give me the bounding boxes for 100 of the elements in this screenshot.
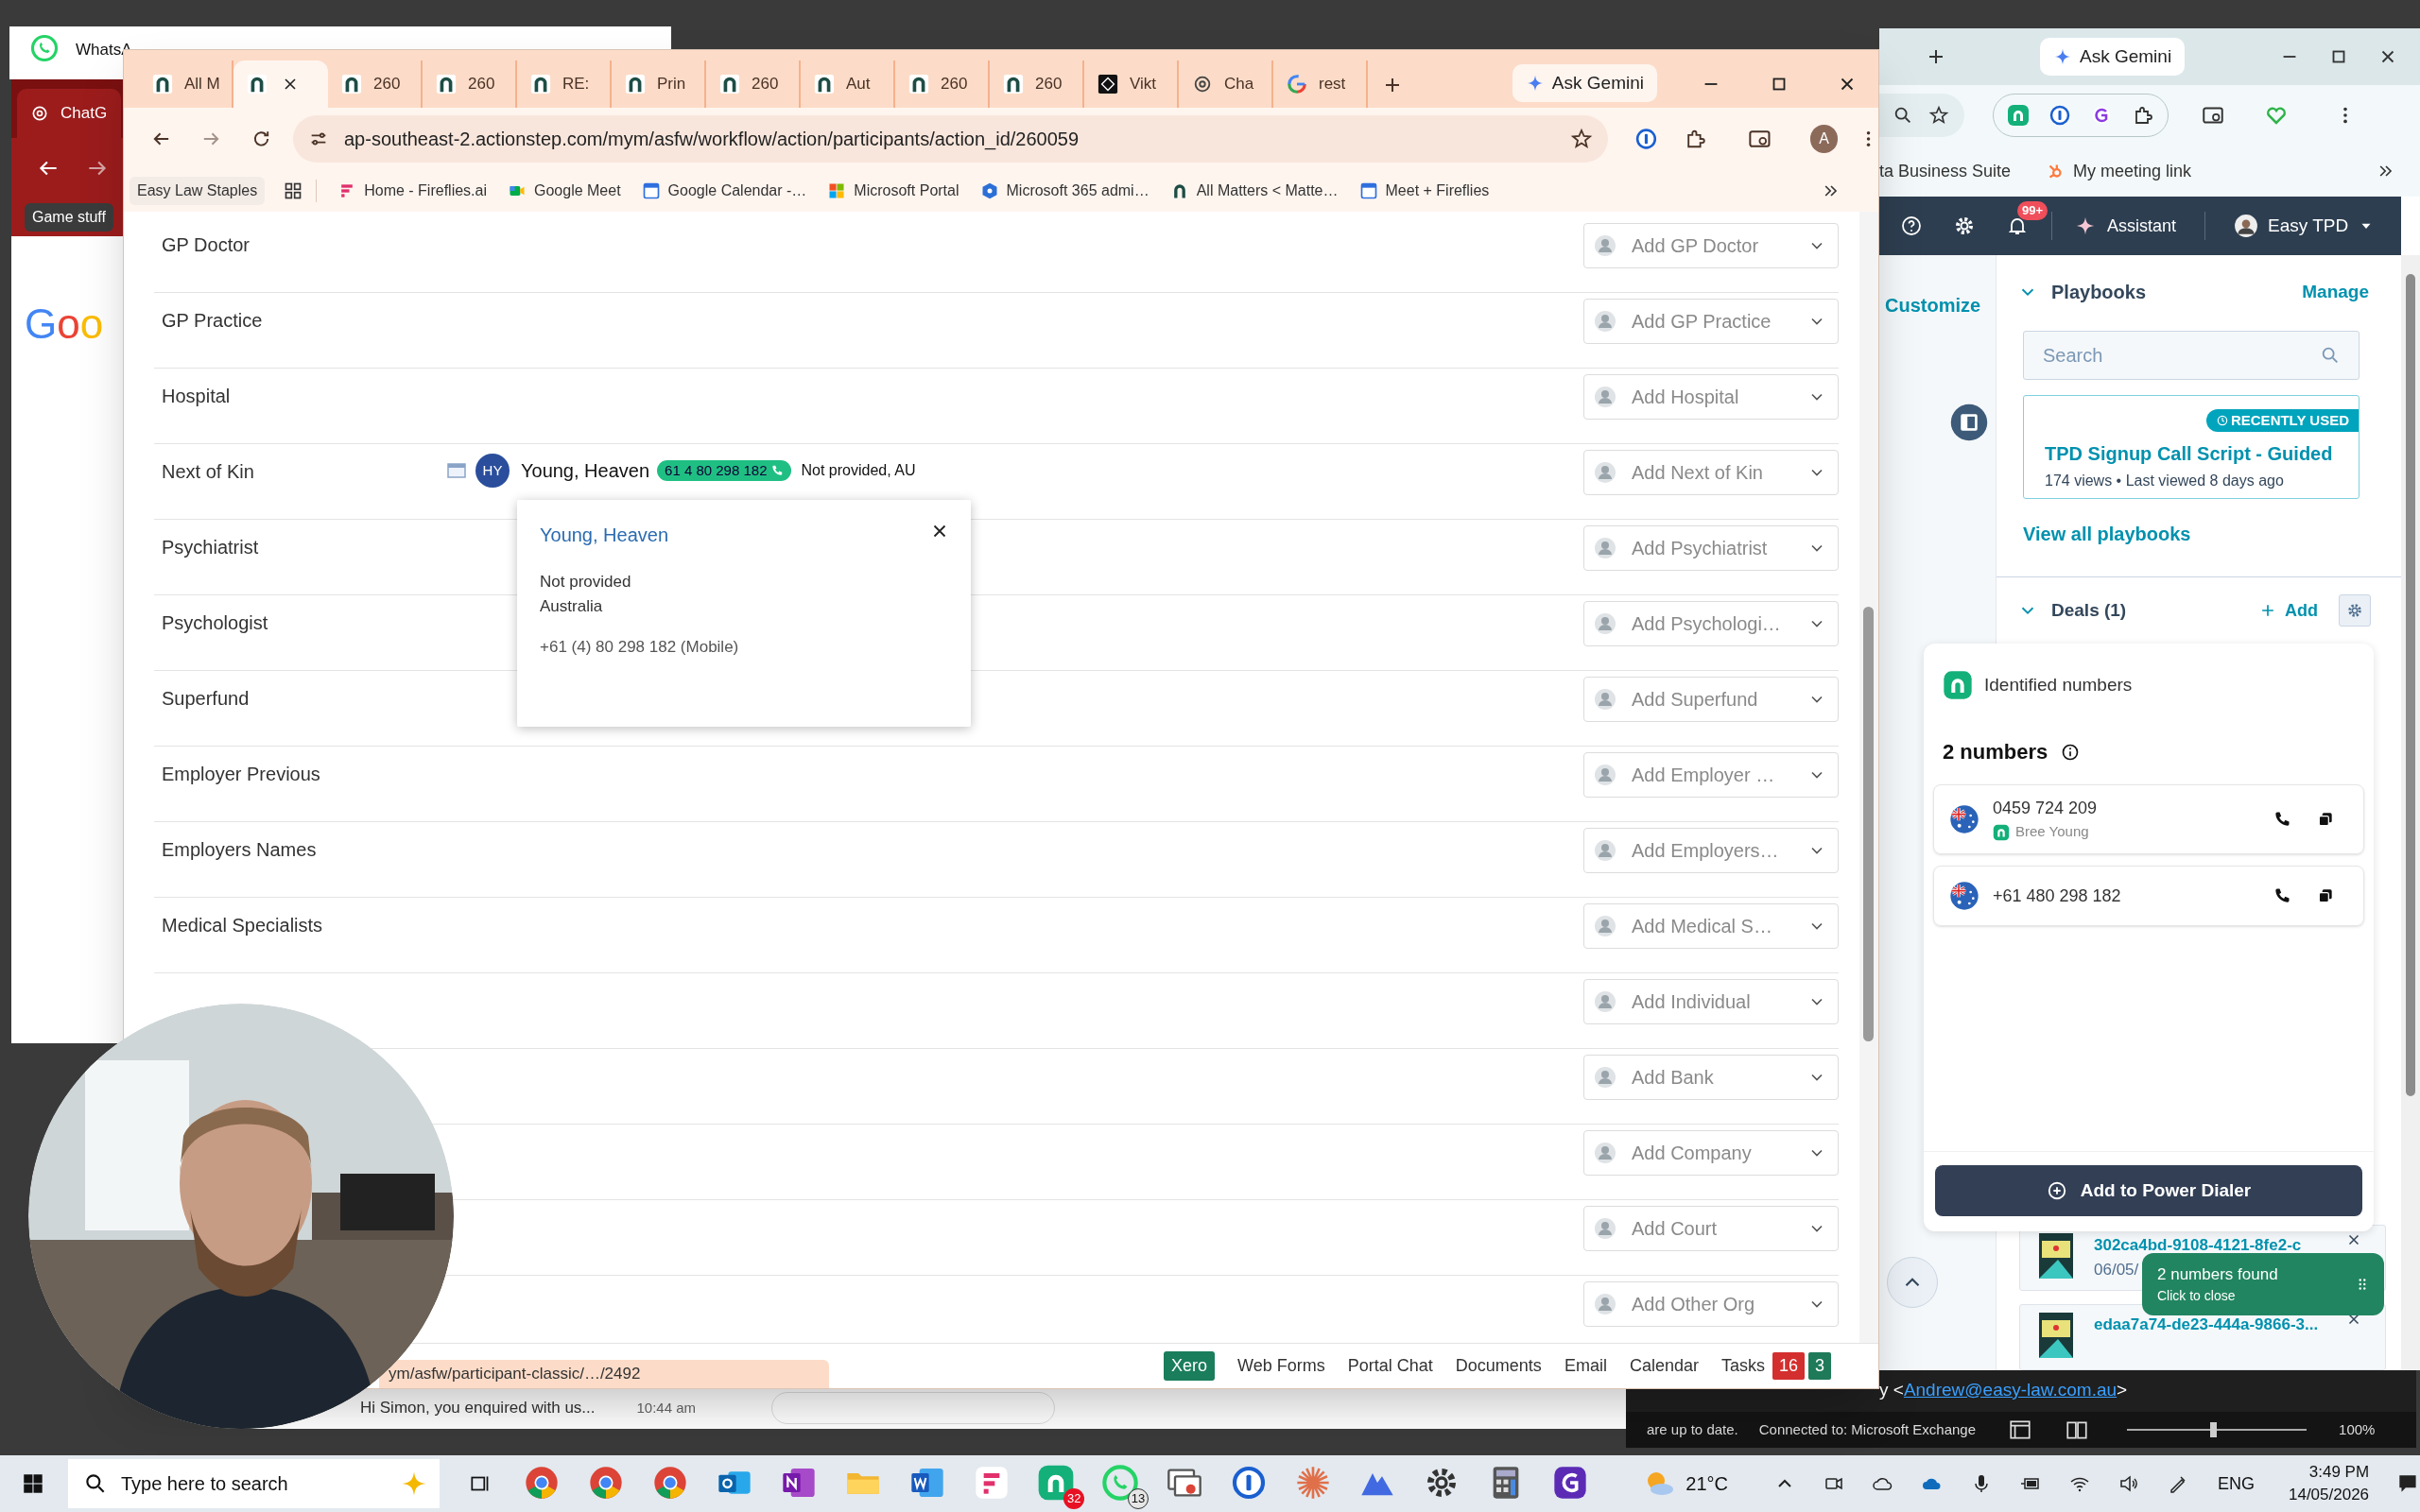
assistant-button[interactable]: Assistant [2075, 213, 2177, 239]
logo-icon [719, 74, 740, 94]
language-indicator[interactable]: ENG [2217, 1470, 2255, 1497]
logo-icon [1993, 823, 2010, 841]
normal-view-icon[interactable] [2008, 1418, 2033, 1442]
browser-tab[interactable] [233, 60, 328, 108]
phone-number: +61 (4) 80 298 182 (Mobile) [540, 637, 740, 658]
footer-link[interactable]: Web Forms [1237, 1353, 1325, 1379]
bookmark-link[interactable]: Game stuff [25, 203, 113, 232]
section-title: Deals (1) [2051, 598, 2127, 622]
footer-link[interactable]: Tasks [1720, 1353, 1765, 1379]
bookmark-link[interactable]: All Matters < Matte… [1169, 180, 1339, 202]
bookmark-link[interactable]: Microsoft Portal [827, 180, 959, 202]
phone-icon[interactable] [2273, 886, 2291, 905]
letter-icon[interactable] [2090, 104, 2113, 127]
logo-icon [152, 74, 173, 94]
search-icon [2320, 345, 2341, 366]
toast-notification[interactable]: 2 numbers found Click to close [2142, 1253, 2384, 1315]
gemini-button[interactable]: Ask Gemini [2040, 38, 2186, 76]
logo-icon [625, 74, 646, 94]
copy-icon[interactable] [2316, 886, 2335, 905]
field-label: Hospital [162, 385, 232, 408]
person-icon [1594, 537, 1616, 559]
gemini-button[interactable]: Ask Gemini [1512, 64, 1657, 102]
bookmark-link[interactable]: Microsoft 365 admi… [979, 180, 1150, 202]
bookmark-link[interactable]: ta Business Suite [1879, 158, 2012, 184]
scrollbar-thumb[interactable] [1863, 607, 1874, 1041]
info-icon[interactable] [2061, 742, 2081, 762]
add-dropdown[interactable]: Add Court [1583, 1206, 1839, 1251]
playbook-card[interactable]: RECENTLY USED TPD Signup Call Script - Guided 174 views • Last viewed 8 days ago [2023, 395, 2360, 499]
footer-link[interactable]: Xero [1164, 1351, 1216, 1381]
person-icon [1594, 915, 1616, 937]
manage-link[interactable]: Manage [2302, 278, 2369, 306]
copy-icon[interactable] [2316, 810, 2335, 829]
recently-used-badge: RECENTLY USED [2205, 409, 2359, 432]
person-icon [1594, 1142, 1616, 1164]
view-all-link[interactable]: View all playbooks [2023, 520, 2191, 548]
diamond-icon [1098, 74, 1118, 94]
add-link[interactable]: Add [2258, 597, 2318, 624]
add-circle-icon [2046, 1180, 2067, 1201]
address-line: Not provided [540, 572, 632, 593]
logo-icon[interactable] [2007, 104, 2030, 127]
google-icon [1287, 74, 1307, 94]
history-icon [2215, 414, 2229, 427]
number-card[interactable]: 0459 724 209 Bree Young [1933, 784, 2364, 854]
bookmark-link[interactable]: Easy Law Staples [130, 177, 266, 205]
field-label: Medical Specialists [162, 914, 324, 937]
bookmark-link[interactable]: Home - Fireflies.ai [337, 180, 487, 202]
task-count-badge: 16 [1772, 1352, 1805, 1380]
account-menu[interactable]: Easy TPD [2234, 212, 2376, 240]
bookmark-link[interactable]: Google Meet [508, 180, 621, 202]
input-field[interactable] [771, 1392, 1056, 1424]
browser-tab[interactable]: ChatG [17, 89, 121, 138]
person-icon [1594, 1293, 1616, 1315]
logo-icon [530, 74, 551, 94]
field-label: GP Practice [162, 309, 264, 333]
customize-link[interactable]: Customize [1885, 291, 1981, 319]
settings-button[interactable] [2339, 594, 2371, 627]
star-icon[interactable] [1569, 128, 1593, 150]
footer-link[interactable]: Calendar [1629, 1353, 1699, 1379]
logo: Goo [25, 300, 104, 349]
footer-link[interactable]: Documents [1455, 1353, 1542, 1379]
search-field[interactable]: Search [2023, 331, 2360, 380]
zoom-slider[interactable] [2127, 1422, 2308, 1437]
address-field[interactable] [1879, 94, 1964, 137]
footer-link[interactable]: Email [1564, 1353, 1607, 1379]
slider-thumb[interactable] [2209, 1422, 2217, 1437]
key-icon[interactable] [2048, 104, 2071, 127]
logo-icon [247, 74, 268, 94]
power-dialer-button[interactable]: Add to Power Dialer [1935, 1165, 2362, 1216]
person-icon [1594, 612, 1616, 635]
email-address-link[interactable]: Andrew@easy-law.com.au [1903, 1376, 2118, 1404]
profile-avatar[interactable]: A [1810, 125, 1838, 153]
settings-icon[interactable] [1953, 215, 1976, 237]
number-card[interactable]: +61 480 298 182 [1933, 866, 2364, 926]
zoom-icon[interactable] [1893, 105, 1913, 126]
star-icon[interactable] [1928, 105, 1949, 126]
search-field[interactable]: Type here to search [67, 1459, 441, 1508]
section-title: Playbooks [2051, 281, 2147, 304]
scrollbar[interactable] [2401, 255, 2420, 1370]
panel-toggle-icon[interactable] [1949, 403, 1989, 442]
bookmark-link[interactable]: Meet + Fireflies [1358, 180, 1490, 202]
bookmark-link[interactable]: Google Calendar -… [641, 180, 807, 202]
phone-badge[interactable]: 61 4 80 298 182 [657, 460, 792, 481]
weather-widget[interactable]: 21°C [1642, 1467, 1728, 1501]
field-label: Employer Previous [162, 763, 321, 786]
address-line: Australia [540, 595, 604, 617]
contact-name: Bree Young [2015, 822, 2089, 842]
help-icon[interactable] [1900, 215, 1923, 237]
apps-icon[interactable] [284, 181, 303, 200]
clock[interactable]: 3:49 PM 14/05/2026 [2289, 1461, 2370, 1506]
footer-link[interactable]: Portal Chat [1347, 1353, 1433, 1379]
contact-name[interactable]: Young, Heaven [521, 456, 650, 485]
field-label: Superfund [162, 687, 251, 711]
bookmark-link[interactable]: My meeting link [2045, 158, 2192, 184]
address-field[interactable]: ap-southeast-2.actionstep.com/mym/asfw/workflow/action/participants/action_id/260059 [293, 115, 1608, 163]
contact-location: Not provided, AU [801, 461, 916, 480]
scrollbar-thumb[interactable] [2406, 274, 2415, 1096]
key-icon[interactable] [1634, 127, 1658, 151]
phone-icon[interactable] [2273, 810, 2291, 829]
